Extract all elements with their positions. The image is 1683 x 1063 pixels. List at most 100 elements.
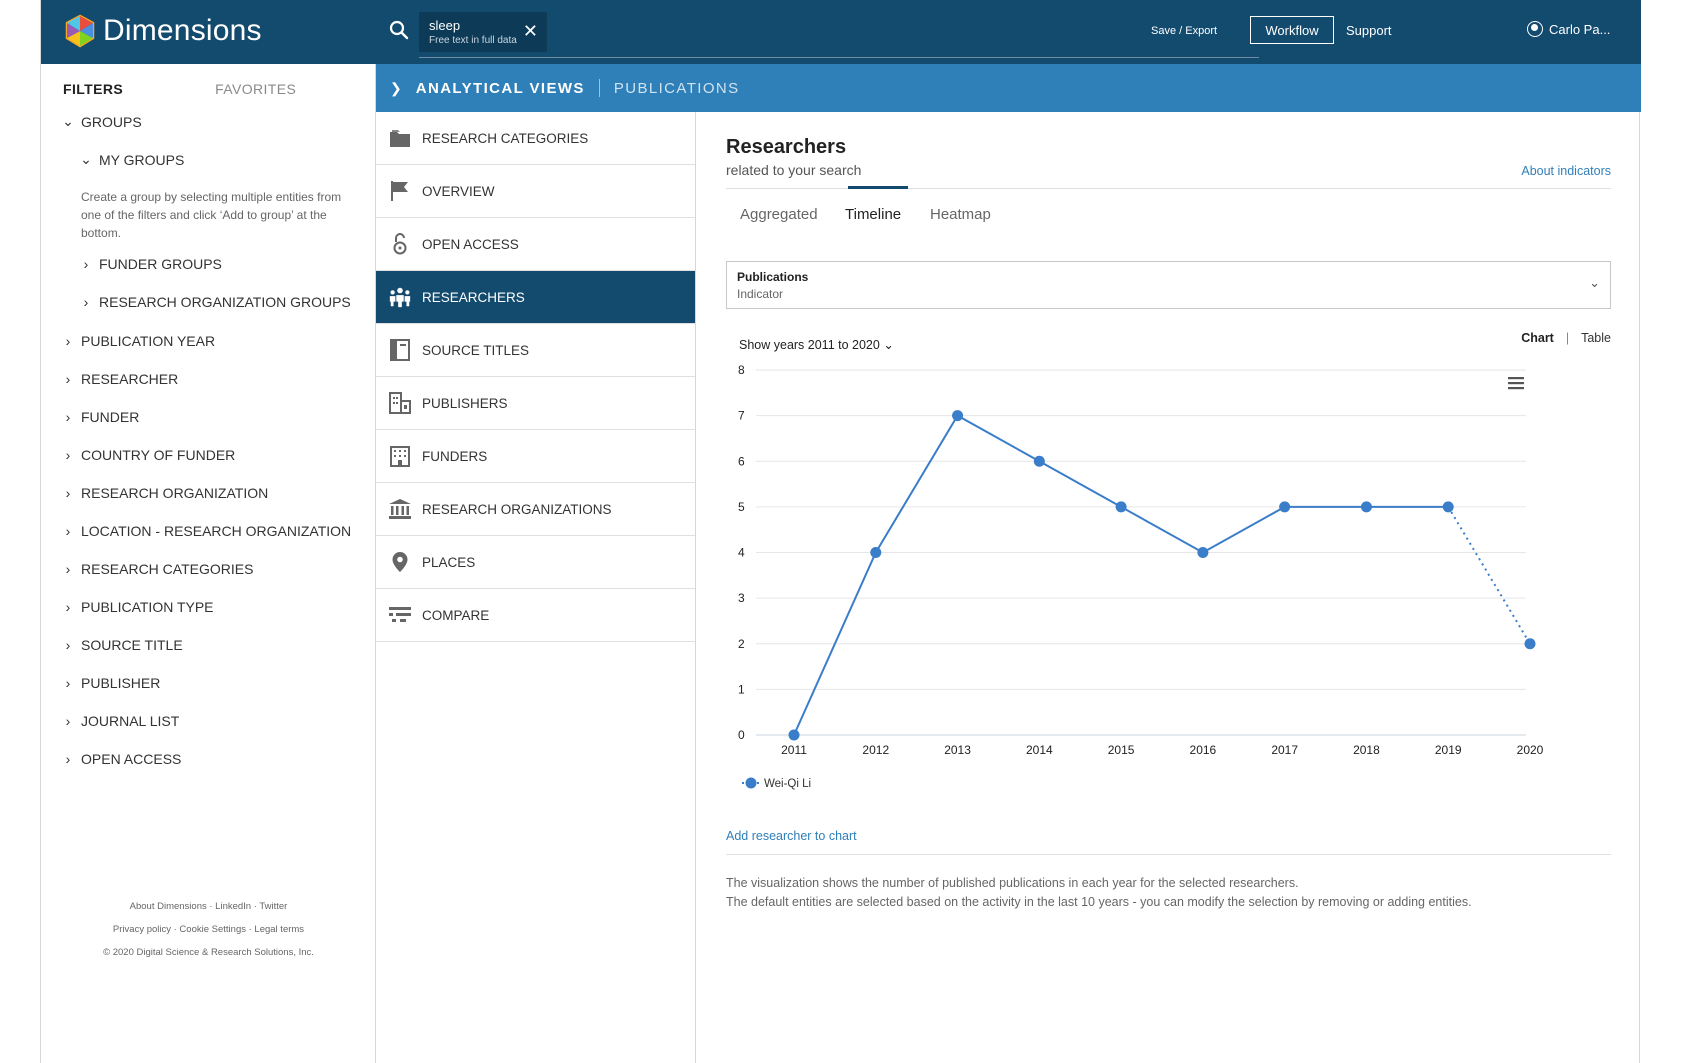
chevron-right-icon: › (65, 333, 71, 349)
years-range-label: Show years 2011 to 2020 (739, 338, 880, 352)
footer-links-1[interactable]: About Dimensions · LinkedIn · Twitter (41, 901, 376, 912)
y-tick-label: 5 (738, 500, 745, 514)
page-title: Researchers (726, 136, 847, 158)
x-tick-label: 2013 (944, 743, 971, 757)
chart-description: The visualization shows the number of pu… (726, 874, 1472, 912)
filter-item[interactable]: › RESEARCHER (61, 371, 179, 387)
view-item-places[interactable]: PLACES (376, 536, 695, 589)
view-item-open-access[interactable]: OPEN ACCESS (376, 218, 695, 271)
about-indicators-link[interactable]: About indicators (1521, 164, 1611, 178)
filter-label: FUNDER (81, 409, 140, 425)
view-item-compare[interactable]: COMPARE (376, 589, 695, 642)
data-point (1033, 455, 1045, 467)
filters-panel: FILTERS FAVORITES ⌄ GROUPS ⌄ MY GROUPS C… (41, 64, 376, 1063)
filter-item[interactable]: › LOCATION - RESEARCH ORGANIZATION (61, 523, 352, 539)
filter-label: LOCATION - RESEARCH ORGANIZATION (81, 523, 352, 539)
view-item-overview[interactable]: OVERVIEW (376, 165, 695, 218)
search-term-chip[interactable]: sleep Free text in full data ✕ (419, 12, 547, 52)
chevron-right-icon: › (65, 675, 71, 691)
book-icon (388, 338, 412, 362)
chart-toggle-button[interactable]: Chart (1521, 331, 1554, 345)
indicator-select[interactable]: Publications Indicator ⌄ (726, 261, 1611, 309)
chevron-right-icon[interactable]: ❯ (390, 80, 402, 97)
analytical-views-bar: ❯ ANALYTICAL VIEWS PUBLICATIONS (376, 64, 1641, 112)
filter-my-groups[interactable]: ⌄ MY GROUPS (79, 151, 184, 168)
filter-label: RESEARCH ORGANIZATION GROUPS (99, 294, 351, 310)
support-link[interactable]: Support (1346, 23, 1392, 38)
filter-label: COUNTRY OF FUNDER (81, 447, 236, 463)
groups-help-text: Create a group by selecting multiple ent… (81, 190, 342, 240)
filter-item[interactable]: › SOURCE TITLE (61, 637, 183, 653)
analytical-views-title[interactable]: ANALYTICAL VIEWS (416, 80, 585, 97)
tab-timeline[interactable]: Timeline (845, 206, 901, 223)
view-item-funders[interactable]: FUNDERS (376, 430, 695, 483)
filter-item[interactable]: › PUBLICATION YEAR (61, 333, 215, 349)
data-point (952, 410, 964, 422)
user-menu[interactable]: Carlo Pa... (1527, 21, 1610, 37)
compare-icon (388, 603, 412, 627)
chevron-right-icon: › (65, 561, 71, 577)
chevron-right-icon: › (83, 294, 89, 310)
view-item-researchers[interactable]: RESEARCHERS (376, 271, 695, 324)
chevron-right-icon: › (65, 523, 71, 539)
tab-favorites[interactable]: FAVORITES (215, 81, 296, 97)
view-label: SOURCE TITLES (422, 342, 530, 358)
filter-item[interactable]: › RESEARCH ORGANIZATION (61, 485, 269, 501)
filter-label: SOURCE TITLE (81, 637, 183, 653)
chevron-right-icon: › (65, 751, 71, 767)
chart-description-line: The visualization shows the number of pu… (726, 876, 1299, 890)
tab-filters[interactable]: FILTERS (63, 81, 123, 97)
view-item-research-organizations[interactable]: RESEARCH ORGANIZATIONS (376, 483, 695, 536)
y-tick-label: 1 (738, 682, 745, 696)
chart-description-line: The default entities are selected based … (726, 895, 1472, 909)
filter-item[interactable]: › JOURNAL LIST (61, 713, 180, 729)
series-line-projected (1447, 506, 1531, 645)
view-label: OVERVIEW (422, 183, 495, 199)
save-export-button[interactable]: Save / Export (1151, 25, 1217, 37)
view-item-source-titles[interactable]: SOURCE TITLES (376, 324, 695, 377)
footer-copyright: © 2020 Digital Science & Research Soluti… (103, 947, 314, 958)
search-icon[interactable] (389, 20, 409, 40)
y-tick-label: 8 (738, 363, 745, 377)
legend-label: Wei-Qi Li (764, 778, 811, 790)
dimensions-logo[interactable]: Dimensions (63, 14, 262, 48)
filter-item[interactable]: › COUNTRY OF FUNDER (61, 447, 236, 463)
building-icon (388, 444, 412, 468)
filter-item[interactable]: › RESEARCH CATEGORIES (61, 561, 254, 577)
view-label: RESEARCH ORGANIZATIONS (422, 501, 612, 517)
data-point (1197, 547, 1209, 558)
filter-label: MY GROUPS (99, 151, 185, 168)
filter-item[interactable]: › OPEN ACCESS (61, 751, 182, 767)
chevron-right-icon: › (65, 713, 71, 729)
add-researcher-link[interactable]: Add researcher to chart (726, 829, 857, 843)
view-item-publishers[interactable]: PUBLISHERS (376, 377, 695, 430)
y-tick-label: 6 (738, 454, 745, 468)
page-subtitle: related to your search (726, 162, 862, 178)
chart-menu-icon[interactable] (1508, 377, 1524, 390)
workflow-button[interactable]: Workflow (1250, 16, 1334, 44)
data-point (1279, 501, 1291, 513)
divider (726, 854, 1611, 855)
filter-item[interactable]: › PUBLISHER (61, 675, 161, 691)
table-toggle-button[interactable]: Table (1581, 331, 1611, 345)
y-tick-label: 7 (738, 409, 745, 423)
chevron-down-icon: ⌄ (80, 151, 92, 167)
view-item-research-categories[interactable]: RESEARCH CATEGORIES (376, 112, 695, 165)
filter-item[interactable]: › PUBLICATION TYPE (61, 599, 214, 615)
active-tab-indicator (848, 186, 908, 189)
filter-funder-groups[interactable]: › FUNDER GROUPS (79, 256, 222, 272)
tab-aggregated[interactable]: Aggregated (740, 206, 818, 223)
years-range-select[interactable]: Show years 2011 to 2020 ⌄ (739, 337, 894, 352)
close-icon[interactable]: ✕ (523, 21, 538, 42)
view-label: PLACES (422, 554, 476, 570)
divider: | (1565, 331, 1570, 345)
footer-links-2[interactable]: Privacy policy · Cookie Settings · Legal… (41, 924, 376, 935)
chevron-right-icon: › (65, 637, 71, 653)
filter-groups[interactable]: ⌄ GROUPS (61, 113, 142, 130)
data-point (1360, 501, 1372, 513)
filter-research-org-groups[interactable]: › RESEARCH ORGANIZATION GROUPS (79, 294, 351, 310)
y-tick-label: 3 (738, 591, 745, 605)
filter-item[interactable]: › FUNDER (61, 409, 140, 425)
institution-icon (388, 497, 412, 521)
tab-heatmap[interactable]: Heatmap (930, 206, 991, 223)
